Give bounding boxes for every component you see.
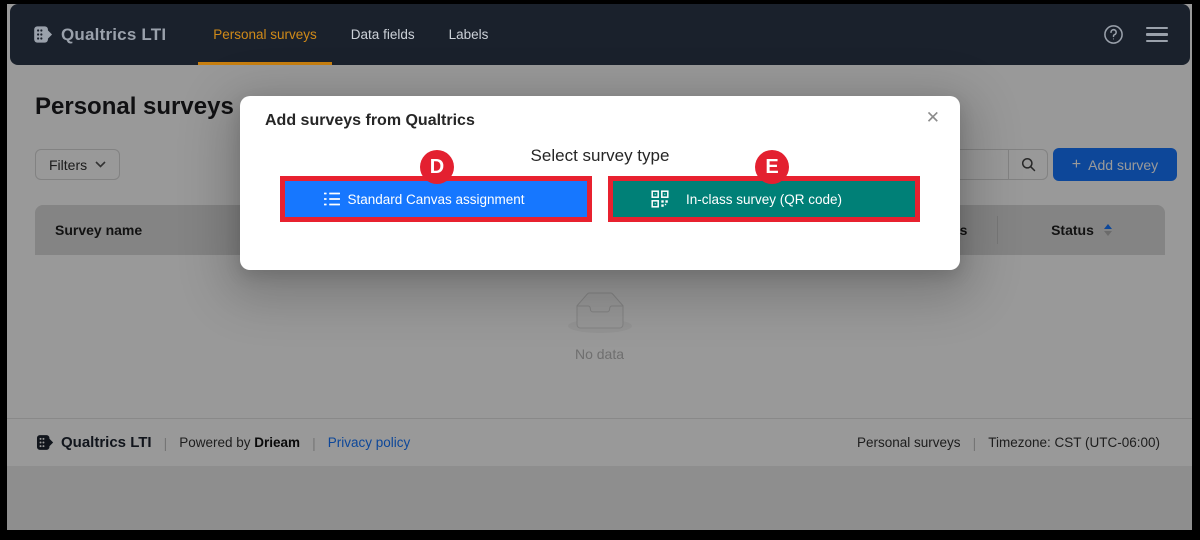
qr-code-icon [651, 190, 669, 208]
tab-personal-surveys[interactable]: Personal surveys [196, 4, 334, 65]
app-frame: Qualtrics LTI Personal surveys Data fiel… [7, 4, 1192, 530]
help-icon[interactable] [1103, 24, 1124, 45]
close-icon[interactable]: ✕ [926, 108, 940, 128]
option-label: In-class survey (QR code) [686, 192, 842, 207]
annotation-outline-e: In-class survey (QR code) [608, 176, 920, 222]
top-navbar: Qualtrics LTI Personal surveys Data fiel… [10, 4, 1190, 65]
modal-subtitle: Select survey type [240, 146, 960, 166]
navbar-actions [1103, 24, 1168, 45]
brand-title: Qualtrics LTI [61, 25, 166, 45]
qualtrics-lti-logo-icon [32, 24, 53, 45]
tab-labels[interactable]: Labels [432, 4, 506, 65]
annotation-badge-d: D [420, 150, 454, 184]
unordered-list-icon [323, 190, 341, 208]
menu-icon[interactable] [1146, 27, 1168, 43]
add-surveys-modal: Add surveys from Qualtrics ✕ Select surv… [240, 96, 960, 270]
in-class-survey-qr-button[interactable]: In-class survey (QR code) [613, 181, 915, 217]
brand: Qualtrics LTI [32, 24, 166, 45]
modal-title: Add surveys from Qualtrics [265, 112, 475, 130]
nav-tabs: Personal surveys Data fields Labels [196, 4, 505, 65]
tab-data-fields[interactable]: Data fields [334, 4, 432, 65]
standard-canvas-assignment-button[interactable]: Standard Canvas assignment [285, 181, 587, 217]
annotation-badge-e: E [755, 150, 789, 184]
option-label: Standard Canvas assignment [347, 192, 524, 207]
